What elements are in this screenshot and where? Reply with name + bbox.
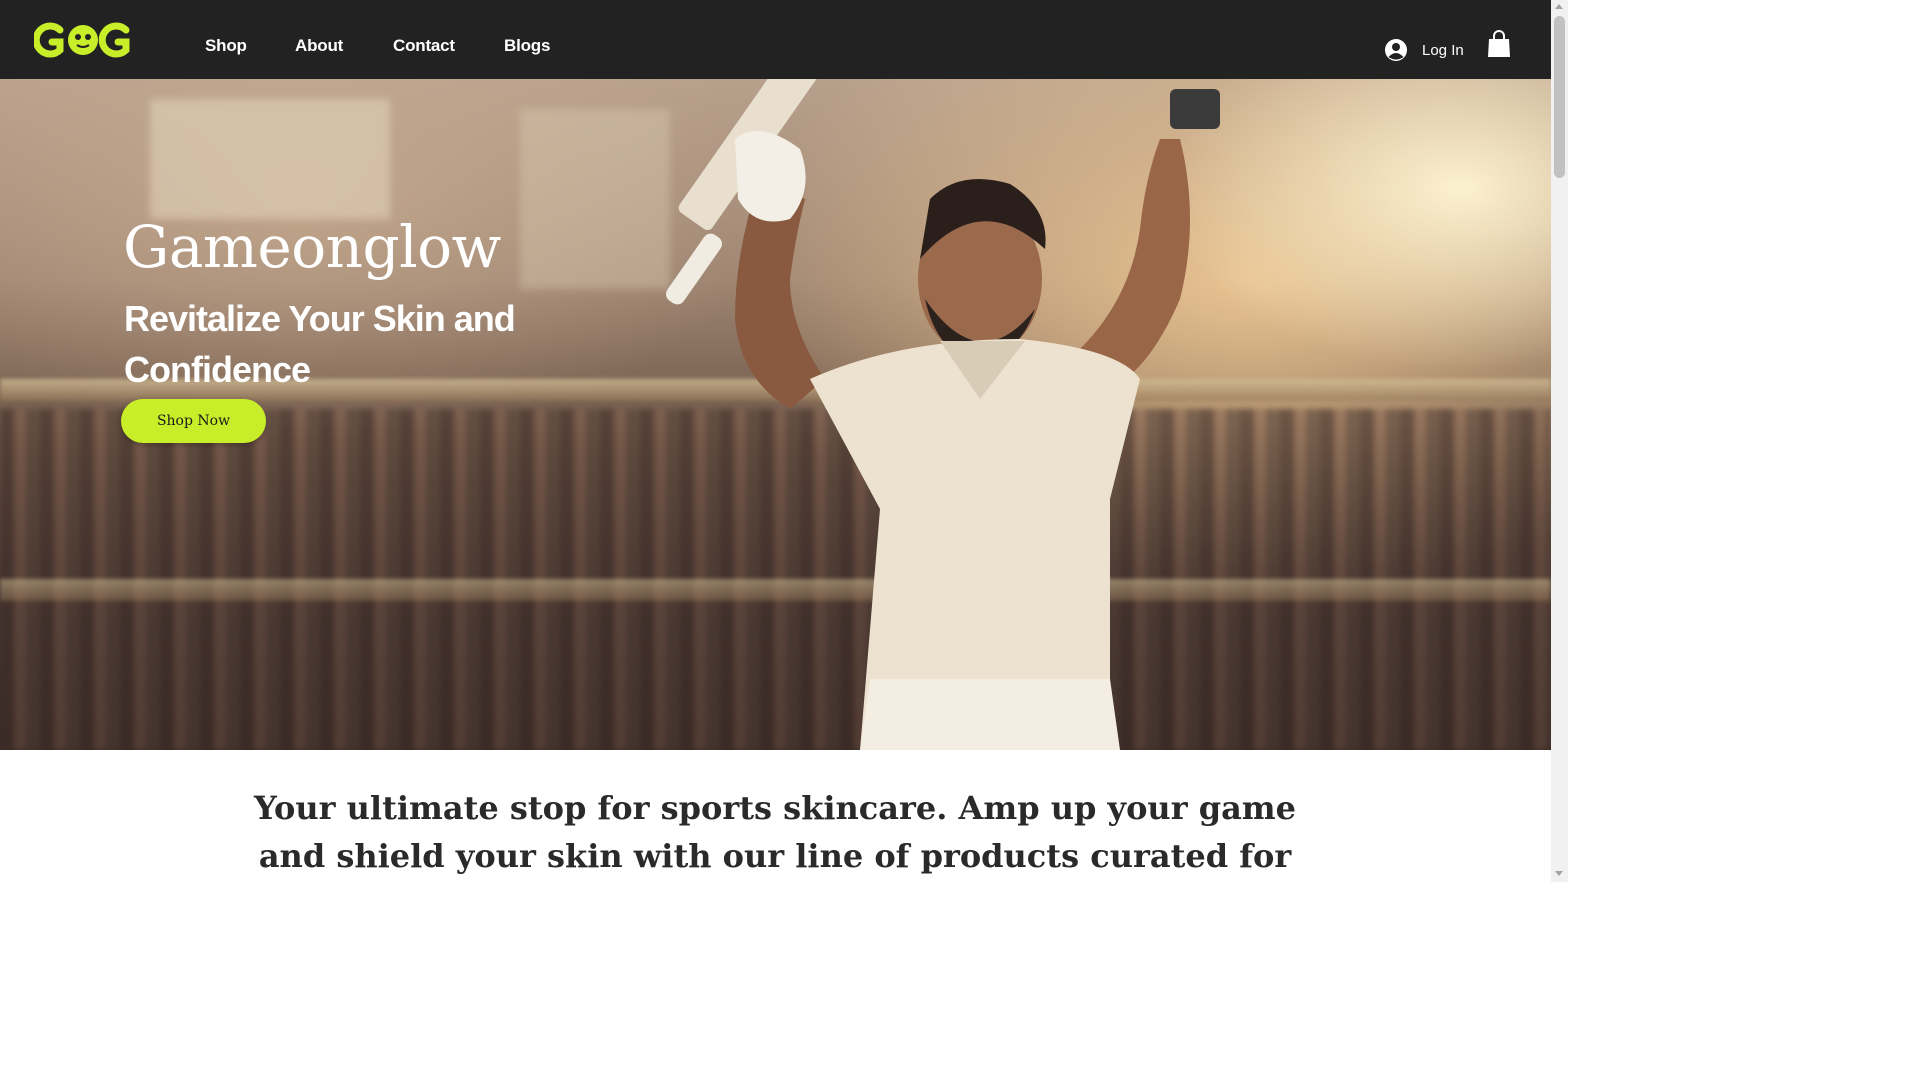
brand-logo[interactable] xyxy=(34,16,132,64)
shopping-bag-icon[interactable] xyxy=(1486,30,1512,58)
shop-now-button[interactable]: Shop Now xyxy=(121,399,266,443)
page-scrollbar[interactable] xyxy=(1551,0,1568,882)
hero-banner: Gameonglow Revitalize Your Skin and Conf… xyxy=(0,79,1551,750)
scroll-down-arrow-icon[interactable] xyxy=(1555,871,1563,876)
scrollbar-thumb[interactable] xyxy=(1554,16,1565,178)
hero-title: Gameonglow xyxy=(123,213,501,281)
nav-about[interactable]: About xyxy=(295,36,343,58)
hero-subtitle: Revitalize Your Skin and Confidence xyxy=(124,298,516,390)
nav-shop[interactable]: Shop xyxy=(205,36,247,58)
stadium-floodlight xyxy=(150,99,390,219)
intro-text: Your ultimate stop for sports skincare. … xyxy=(253,789,1297,875)
login-label: Log In xyxy=(1422,41,1464,59)
user-circle-icon xyxy=(1385,39,1407,61)
cricket-player-celebrating-icon xyxy=(666,79,1220,750)
site-header: Shop About Contact Blogs Log In xyxy=(0,0,1551,79)
scroll-up-arrow-icon[interactable] xyxy=(1555,4,1563,9)
login-button[interactable]: Log In xyxy=(1384,36,1464,64)
nav-contact[interactable]: Contact xyxy=(393,36,455,58)
page: Shop About Contact Blogs Log In Gameongl… xyxy=(0,0,1568,882)
nav-blogs[interactable]: Blogs xyxy=(504,36,550,58)
